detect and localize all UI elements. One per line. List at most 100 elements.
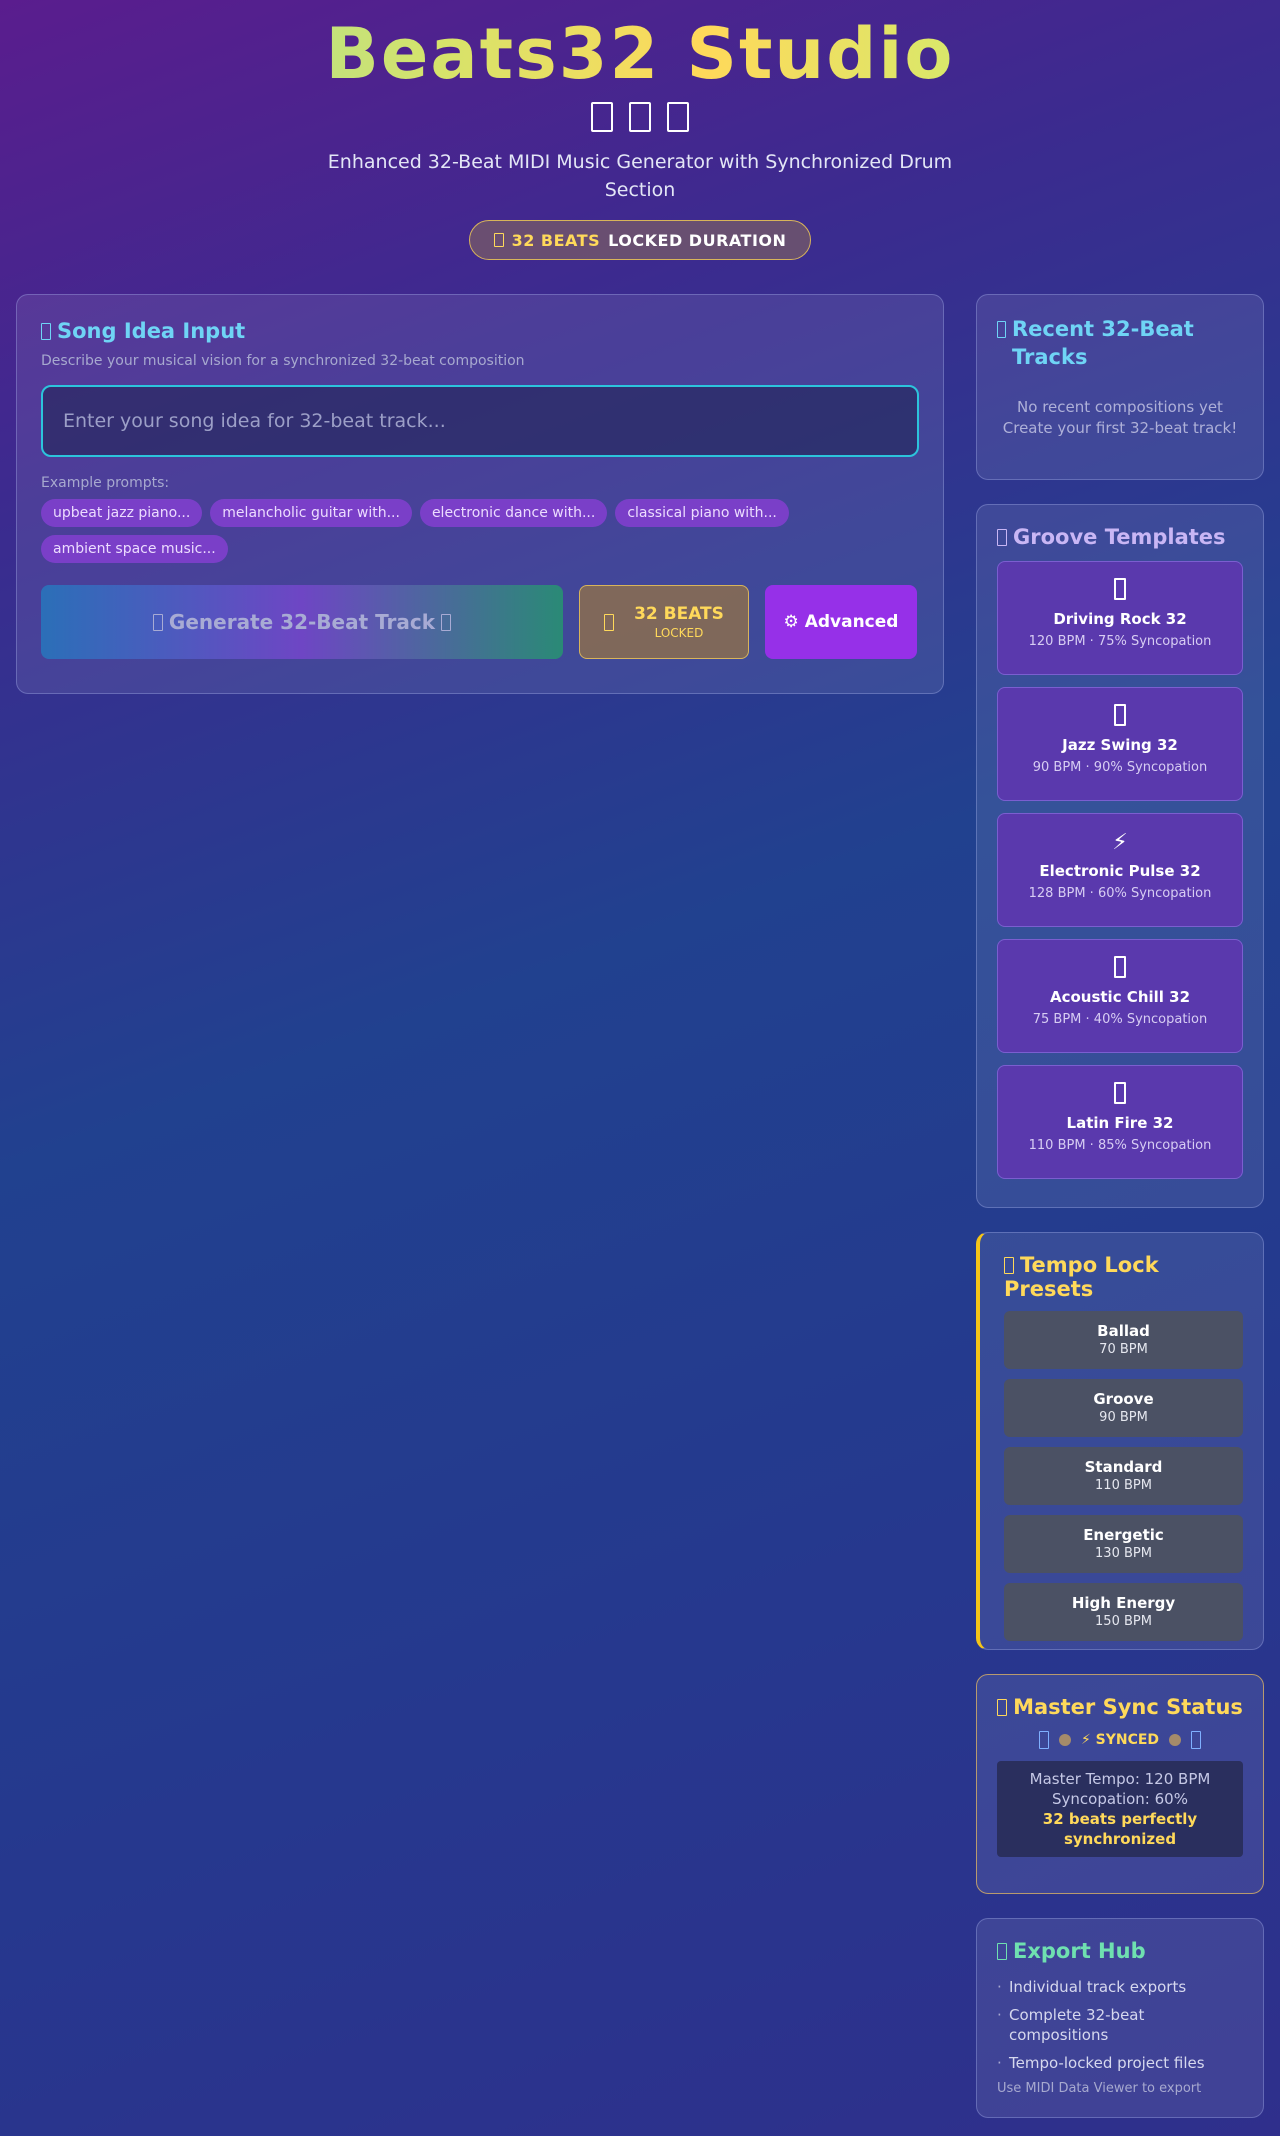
example-chip-guitar[interactable]: melancholic guitar with... bbox=[210, 499, 412, 527]
master-sync-title: Master Sync Status bbox=[997, 1695, 1243, 1719]
app-subtitle: Enhanced 32-Beat MIDI Music Generator wi… bbox=[327, 151, 953, 201]
preset-bpm: 90 BPM bbox=[1099, 1410, 1148, 1425]
template-name: Electronic Pulse 32 bbox=[1039, 862, 1201, 880]
groove-templates-title: Groove Templates bbox=[997, 525, 1243, 549]
example-chip-ambient[interactable]: ambient space music... bbox=[41, 535, 228, 563]
template-name: Acoustic Chill 32 bbox=[1049, 988, 1191, 1006]
generate-label: Generate 32-Beat Track bbox=[168, 610, 436, 634]
song-idea-title-text: Song Idea Input bbox=[57, 319, 246, 343]
list-item: Complete 32-beat compositions bbox=[997, 2005, 1243, 2045]
groove-title-text: Groove Templates bbox=[1013, 525, 1226, 549]
lock-icon bbox=[604, 613, 615, 631]
preset-groove[interactable]: Groove 90 BPM bbox=[1004, 1379, 1243, 1437]
template-name: Jazz Swing 32 bbox=[1062, 736, 1178, 754]
song-idea-input[interactable] bbox=[41, 385, 919, 457]
preset-bpm: 110 BPM bbox=[1095, 1478, 1152, 1493]
list-item: Individual track exports bbox=[997, 1977, 1243, 1997]
groove-template-acoustic-chill[interactable]: Acoustic Chill 32 75 BPM · 40% Syncopati… bbox=[997, 939, 1243, 1053]
song-idea-description: Describe your musical vision for a synch… bbox=[41, 353, 525, 369]
song-idea-title: Song Idea Input bbox=[41, 319, 919, 343]
music-icon bbox=[441, 613, 452, 631]
export-hub-title: Export Hub bbox=[997, 1939, 1243, 1963]
sync-dot-right bbox=[1169, 1734, 1182, 1746]
preset-ballad[interactable]: Ballad 70 BPM bbox=[1004, 1311, 1243, 1369]
recent-empty-state: No recent compositions yet Create your f… bbox=[997, 397, 1243, 439]
lightbulb-icon bbox=[41, 323, 51, 340]
sync-dot-left bbox=[1058, 1734, 1071, 1746]
template-meta: 90 BPM · 90% Syncopation bbox=[1032, 760, 1208, 775]
empty-line-1: No recent compositions yet bbox=[1017, 398, 1223, 416]
groove-template-electronic-pulse[interactable]: ⚡ Electronic Pulse 32 128 BPM · 60% Sync… bbox=[997, 813, 1243, 927]
master-sync-panel: Master Sync Status ⚡ SYNCED Master Tempo… bbox=[976, 1674, 1264, 1894]
preset-name: Ballad bbox=[1097, 1322, 1150, 1340]
app-title: Beats32 Studio bbox=[0, 14, 1280, 94]
metronome-icon bbox=[1004, 1257, 1014, 1274]
groove-template-latin-fire[interactable]: Latin Fire 32 110 BPM · 85% Syncopation bbox=[997, 1065, 1243, 1179]
sync-confirm: 32 beats perfectly synchronized bbox=[1042, 1810, 1198, 1848]
tempo-presets-panel: Tempo Lock Presets Ballad 70 BPM Groove … bbox=[976, 1232, 1264, 1650]
song-idea-panel: Song Idea Input Describe your musical vi… bbox=[16, 294, 944, 694]
template-meta: 110 BPM · 85% Syncopation bbox=[1028, 1138, 1212, 1153]
example-prompts: upbeat jazz piano... melancholic guitar … bbox=[41, 499, 861, 563]
tempo-title-text: Tempo Lock Presets bbox=[1004, 1253, 1159, 1301]
example-chip-classical[interactable]: classical piano with... bbox=[615, 499, 789, 527]
list-item: Tempo-locked project files bbox=[997, 2053, 1243, 2073]
sync-indicator: ⚡ SYNCED bbox=[997, 1731, 1243, 1749]
preset-bpm: 70 BPM bbox=[1099, 1342, 1148, 1357]
preset-name: Energetic bbox=[1083, 1526, 1164, 1544]
badge-highlight: 32 BEATS bbox=[511, 230, 601, 250]
beats-sub-label: LOCKED bbox=[654, 626, 704, 640]
beats-label: 32 BEATS bbox=[634, 604, 724, 624]
preset-energetic[interactable]: Energetic 130 BPM bbox=[1004, 1515, 1243, 1573]
sync-details: Master Tempo: 120 BPM Syncopation: 60% 3… bbox=[997, 1761, 1243, 1857]
recent-tracks-panel: Recent 32-Beat Tracks No recent composit… bbox=[976, 294, 1264, 480]
preset-name: Standard bbox=[1084, 1458, 1163, 1476]
groove-templates-panel: Groove Templates Driving Rock 32 120 BPM… bbox=[976, 504, 1264, 1208]
preset-name: High Energy bbox=[1071, 1594, 1176, 1612]
music-icon bbox=[1191, 1731, 1202, 1749]
example-chip-electronic[interactable]: electronic dance with... bbox=[419, 499, 608, 527]
master-tempo: Master Tempo: 120 BPM bbox=[1029, 1770, 1211, 1788]
drum-icon bbox=[629, 101, 651, 132]
examples-label: Example prompts: bbox=[41, 475, 170, 491]
advanced-button[interactable]: ⚙ Advanced bbox=[765, 585, 917, 659]
export-hub-panel: Export Hub Individual track exports Comp… bbox=[976, 1918, 1264, 2118]
export-title-text: Export Hub bbox=[1013, 1939, 1146, 1963]
preset-bpm: 150 BPM bbox=[1095, 1614, 1152, 1629]
template-meta: 128 BPM · 60% Syncopation bbox=[1028, 886, 1212, 901]
piano-icon bbox=[667, 101, 689, 132]
preset-standard[interactable]: Standard 110 BPM bbox=[1004, 1447, 1243, 1505]
badge-text: LOCKED DURATION bbox=[608, 230, 787, 250]
template-name: Latin Fire 32 bbox=[1066, 1114, 1174, 1132]
beats-locked-button[interactable]: 32 BEATS LOCKED bbox=[579, 585, 749, 659]
lock-icon bbox=[493, 233, 504, 247]
example-chip-jazz[interactable]: upbeat jazz piano... bbox=[41, 499, 203, 527]
syncopation: Syncopation: 60% bbox=[1052, 1790, 1188, 1808]
export-note: Use MIDI Data Viewer to export bbox=[997, 2081, 1202, 2096]
guitar-icon bbox=[1114, 578, 1126, 600]
recent-tracks-title-text: Recent 32-Beat Tracks bbox=[1011, 317, 1194, 369]
preset-name: Groove bbox=[1093, 1390, 1154, 1408]
music-icon bbox=[591, 101, 613, 132]
generate-button[interactable]: Generate 32-Beat Track bbox=[41, 585, 563, 659]
export-icon bbox=[997, 1943, 1007, 1960]
music-icon bbox=[152, 613, 163, 631]
action-row: Generate 32-Beat Track 32 BEATS LOCKED ⚙… bbox=[41, 585, 919, 659]
preset-high-energy[interactable]: High Energy 150 BPM bbox=[1004, 1583, 1243, 1641]
locked-duration-badge: 32 BEATS LOCKED DURATION bbox=[468, 220, 812, 260]
fire-icon bbox=[1114, 1082, 1126, 1104]
template-meta: 120 BPM · 75% Syncopation bbox=[1028, 634, 1212, 649]
tempo-presets-title: Tempo Lock Presets bbox=[1004, 1253, 1243, 1301]
groove-template-driving-rock[interactable]: Driving Rock 32 120 BPM · 75% Syncopatio… bbox=[997, 561, 1243, 675]
preset-bpm: 130 BPM bbox=[1095, 1546, 1152, 1561]
drum-icon bbox=[997, 529, 1007, 546]
groove-template-jazz-swing[interactable]: Jazz Swing 32 90 BPM · 90% Syncopation bbox=[997, 687, 1243, 801]
emoji-row bbox=[0, 98, 1280, 138]
export-list: Individual track exports Complete 32-bea… bbox=[997, 1977, 1243, 2073]
saxophone-icon bbox=[1114, 704, 1126, 726]
template-name: Driving Rock 32 bbox=[1053, 610, 1187, 628]
lightning-icon: ⚡ bbox=[1112, 830, 1128, 855]
recent-tracks-title: Recent 32-Beat Tracks bbox=[997, 315, 1243, 371]
acoustic-icon bbox=[1114, 956, 1126, 978]
app-header: Beats32 Studio Enhanced 32-Beat MIDI Mus… bbox=[0, 0, 1280, 260]
